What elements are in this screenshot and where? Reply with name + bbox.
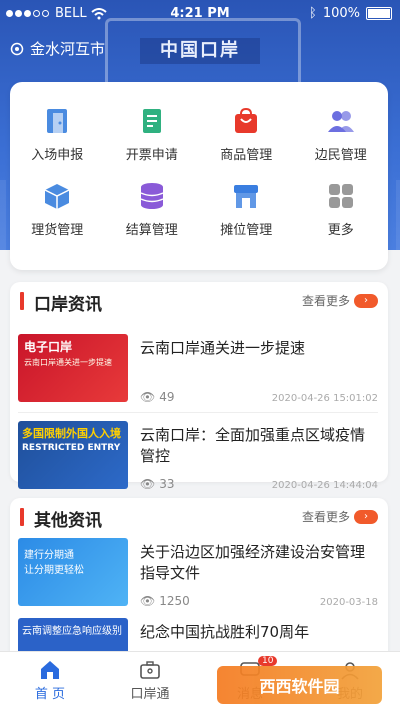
home-icon xyxy=(41,661,59,679)
entry-door-icon xyxy=(42,106,72,136)
grid-item-storefront[interactable]: 摊位管理 xyxy=(199,181,294,238)
news-item[interactable]: 电子口岸 云南口岸通关进一步提速 云南口岸通关进一步提速 👁 49 2020-04… xyxy=(18,334,388,404)
battery-icon xyxy=(366,7,392,20)
view-count: 33 xyxy=(159,477,175,491)
tab-home[interactable]: 首 页 xyxy=(0,652,100,710)
grid-item-label: 理货管理 xyxy=(31,223,84,238)
grid-item-label: 更多 xyxy=(327,223,354,238)
grid-item-entry-door[interactable]: 入场申报 xyxy=(10,106,105,163)
grid-item-label: 商品管理 xyxy=(220,148,273,163)
view-count: 1250 xyxy=(159,594,190,608)
unread-badge: 10 xyxy=(258,656,278,666)
tab-port-pass[interactable]: 口岸通 xyxy=(100,652,200,710)
section-title: 其他资讯 xyxy=(34,511,102,531)
view-count: 49 xyxy=(159,390,175,404)
hero-sign: 中国口岸 xyxy=(140,38,260,64)
grid-item-more-grid[interactable]: 更多 xyxy=(294,181,389,238)
bluetooth-icon: ᛒ xyxy=(309,6,317,21)
news-headline: 纪念中国抗战胜利70周年 xyxy=(140,623,310,641)
section-title: 口岸资讯 xyxy=(34,295,102,315)
people-icon xyxy=(326,106,356,136)
section-marker xyxy=(20,292,24,310)
divider xyxy=(18,412,378,413)
section-marker xyxy=(20,508,24,526)
grid-item-shopping-bag[interactable]: 商品管理 xyxy=(199,106,294,163)
eye-icon: 👁 xyxy=(140,594,156,608)
box-icon xyxy=(42,181,72,211)
grid-item-label: 开票申请 xyxy=(125,148,178,163)
grid-item-label: 入场申报 xyxy=(31,148,84,163)
grid-item-box[interactable]: 理货管理 xyxy=(10,181,105,238)
grid-item-database[interactable]: 结算管理 xyxy=(105,181,200,238)
grid-item-label: 边民管理 xyxy=(314,148,367,163)
eye-icon: 👁 xyxy=(140,477,156,491)
function-grid: 入场申报 开票申请 商品管理 边民管理理货管理 结算管理 摊位管理 更多 xyxy=(10,82,388,270)
news-date: 2020-04-26 15:01:02 xyxy=(271,393,378,404)
grid-item-label: 结算管理 xyxy=(125,223,178,238)
news-headline: 云南口岸：全面加强重点区域疫情管控 xyxy=(140,426,366,465)
news-headline: 关于沿边区加强经济建设治安管理指导文件 xyxy=(140,543,366,582)
eye-icon: 👁 xyxy=(140,390,156,404)
grid-item-label: 摊位管理 xyxy=(220,223,273,238)
grid-item-receipt[interactable]: 开票申请 xyxy=(105,106,200,163)
battery-percent: 100% xyxy=(322,6,360,21)
port-news-section: 口岸资讯 查看更多 › 电子口岸 云南口岸通关进一步提速 云南口岸通关进一步提速… xyxy=(10,282,388,491)
view-more-button[interactable]: 查看更多 › xyxy=(302,508,378,525)
news-headline: 云南口岸通关进一步提速 xyxy=(140,339,306,357)
location-label: 金水河互市 xyxy=(30,40,106,58)
news-date: 2020-04-26 14:44:04 xyxy=(271,480,378,491)
view-more-button[interactable]: 查看更多 › xyxy=(302,292,378,309)
storefront-icon xyxy=(231,181,261,211)
arrow-right-icon: › xyxy=(354,509,378,524)
more-grid-icon xyxy=(326,181,356,211)
status-bar: BELL 4:21 PM ᛒ 100% xyxy=(0,0,400,28)
news-date: 2020-03-18 xyxy=(319,597,378,608)
news-item[interactable]: 建行分期通 让分期更轻松 关于沿边区加强经济建设治安管理指导文件 👁 1250 2… xyxy=(18,538,388,608)
news-thumbnail: 建行分期通 让分期更轻松 xyxy=(18,538,128,606)
receipt-icon xyxy=(137,106,167,136)
database-icon xyxy=(137,181,167,211)
bottom-tab-bar: 首 页 口岸通 10 消息 我的 西西软件园 xyxy=(0,651,400,710)
briefcase-icon xyxy=(140,661,160,679)
grid-item-people[interactable]: 边民管理 xyxy=(294,106,389,163)
news-item[interactable]: 多国限制外国人入境 RESTRICTED ENTRY 云南口岸：全面加强重点区域… xyxy=(18,421,388,491)
news-thumbnail: 多国限制外国人入境 RESTRICTED ENTRY xyxy=(18,421,128,489)
shopping-bag-icon xyxy=(231,106,261,136)
arrow-right-icon: › xyxy=(354,293,378,308)
site-watermark: 西西软件园 xyxy=(217,666,382,704)
news-thumbnail: 电子口岸 云南口岸通关进一步提速 xyxy=(18,334,128,402)
location-icon xyxy=(10,42,24,55)
location-selector[interactable]: 金水河互市 xyxy=(10,38,105,59)
other-news-section: 其他资讯 查看更多 › 建行分期通 让分期更轻松 关于沿边区加强经济建设治安管理… xyxy=(10,498,388,668)
